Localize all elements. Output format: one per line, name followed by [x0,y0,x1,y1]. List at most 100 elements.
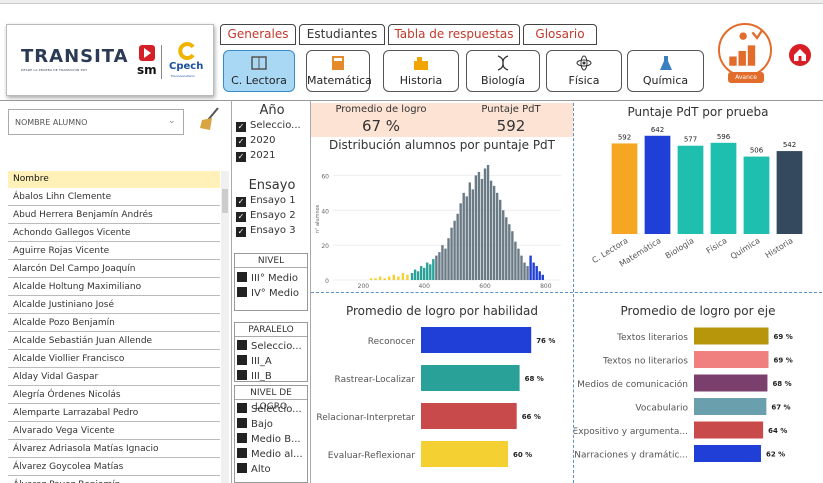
city-icon [414,57,428,70]
histogram-bar [477,171,481,280]
table-row[interactable]: Alday Vidal Gaspar [8,368,220,386]
filter-nivel-logro-option[interactable]: Alto [237,462,305,477]
subject-label: Química [642,74,689,87]
subject-label: Matemática [307,74,372,87]
logo-panel: TRANSITA DESDE LA PRUEBA DE TRANSICIÓN P… [6,24,214,96]
histogram-bar [444,248,447,280]
filter-ensayo-option[interactable]: ✓ Ensayo 2 [236,208,308,223]
histogram-bar [453,220,456,280]
table-row[interactable]: Alcalde Pozo Benjamín [8,314,220,332]
table-row[interactable]: Alcalde Holtung Maximiliano [8,278,220,296]
histogram-bar [374,278,377,280]
histogram-bar [523,262,526,280]
table-row[interactable]: Ábalos Lihn Clemente [8,188,220,206]
histogram-bar [474,175,478,280]
kpi-panel: Promedio de logro 67 % Puntaje PdT 592 [311,103,573,137]
subject-c-lectora[interactable]: C. Lectora [223,50,295,92]
checkbox-icon [237,370,247,380]
checkbox-icon [237,433,247,443]
filter-nivel-logro-option[interactable]: Bajo [237,417,305,432]
table-row[interactable]: Álvarez Goycolea Matías [8,458,220,476]
histogram-y-tick: 60 [321,173,329,180]
tab-generales[interactable]: Generales [220,24,296,45]
histogram-bar [410,273,414,280]
subject-biologia[interactable]: Biología [466,50,540,92]
filter-paralelo-option[interactable]: III_B [237,369,305,382]
clear-filter-broom-icon[interactable] [198,106,222,132]
filter-anio: Año ✓ Seleccio... ✓ 2020 ✓ 2021 [236,103,308,163]
pdt-bar [677,145,704,234]
skill-value: 69 % [774,333,793,341]
checkbox-icon [237,448,247,458]
histogram-bar [538,271,541,280]
filter-ensayo-option[interactable]: ✓ Ensayo 1 [236,193,308,208]
histogram-bar [369,278,373,280]
histogram-bar [541,274,544,280]
tab-tabla-respuestas[interactable]: Tabla de respuestas [388,24,520,45]
histogram-bar [423,267,426,280]
tab-generales-label: Generales [227,27,289,41]
filter-paralelo-option[interactable]: Seleccio... [237,339,305,354]
filter-nivel-logro-option[interactable]: Medio B... [237,432,305,447]
filter-nivel-logro-option[interactable]: Seleccio... [237,402,305,417]
filter-nivel-option[interactable]: III° Medio [237,271,305,286]
eje-chart-title: Promedio de logro por eje [620,304,776,318]
histogram-bar [426,262,429,280]
students-scrollbar[interactable] [221,171,229,483]
avance-label: Avance [728,72,764,83]
subject-historia[interactable]: Historia [383,50,459,92]
student-name-dropdown[interactable]: NOMBRE ALUMNO [8,109,184,135]
filter-anio-option[interactable]: ✓ Seleccio... [236,118,308,133]
transita-logo: TRANSITA [21,46,129,67]
filter-nivel-option[interactable]: IV° Medio [237,286,305,301]
skill-label: Narraciones y dramátic... [574,451,688,461]
pdt-category-label: Física [705,236,729,256]
subject-matematica[interactable]: Matemática [306,50,372,92]
pdt-bar [710,142,737,234]
pdt-bar-value: 596 [717,133,731,141]
table-row[interactable]: Álvarez Adriasola Matías Ignacio [8,440,220,458]
skill-value: 60 % [513,451,532,459]
filter-nivel: NIVEL III° Medio IV° Medio [234,253,308,311]
filter-nivel-logro-option[interactable]: Medio al... [237,447,305,462]
histogram-bar [388,276,391,280]
filter-anio-option[interactable]: ✓ 2020 [236,133,308,148]
filter-anio-option[interactable]: ✓ 2021 [236,148,308,163]
tab-glosario[interactable]: Glosario [523,24,597,45]
pdt-bar [776,151,803,234]
table-row[interactable]: Alegría Órdenes Nicolás [8,386,220,404]
skill-label: Rastrear-Localizar [335,375,416,385]
filter-option-label: Seleccio... [250,120,301,131]
skill-value: 69 % [774,357,793,365]
students-scrollbar-thumb[interactable] [222,189,228,213]
histogram-bar [416,271,420,280]
tab-estudiantes[interactable]: Estudiantes [299,24,385,45]
table-row[interactable]: Alcalde Viollier Francisco [8,350,220,368]
table-row[interactable]: Álvarez Pavez Benjamín [8,476,220,483]
table-row[interactable]: Alemparte Larrazabal Pedro [8,404,220,422]
table-row[interactable]: Abud Herrera Benjamín Andrés [8,206,220,224]
table-row[interactable]: Alarcón Del Campo Joaquín [8,260,220,278]
table-row[interactable]: Alcalde Justiniano José [8,296,220,314]
filter-option-label: III_B [251,371,272,382]
subject-quimica[interactable]: Química [627,50,704,92]
checkbox-icon [237,355,247,365]
table-row[interactable]: Achondo Gallegos Vicente [8,224,220,242]
histogram-bar [535,266,538,280]
home-button[interactable] [789,44,811,66]
histogram-bar [511,231,514,280]
filter-ensayo-option[interactable]: ✓ Ensayo 3 [236,223,308,238]
avance-button[interactable] [718,23,772,77]
filter-option-label: III° Medio [251,273,299,284]
calculator-icon [332,56,344,70]
table-row[interactable]: Alvarado Vega Vicente [8,422,220,440]
skill-label: Textos no literarios [602,357,688,367]
pdt-chart-title: Puntaje PdT por prueba [627,105,769,119]
subject-fisica[interactable]: Física [546,50,622,92]
filter-option-label: 2020 [250,135,276,146]
histogram-bar [462,192,465,280]
table-row[interactable]: Aguirre Rojas Vicente [8,242,220,260]
filter-paralelo-option[interactable]: III_A [237,354,305,369]
cpech-label: Cpech [169,61,204,72]
table-row[interactable]: Alcalde Sebastián Juan Allende [8,332,220,350]
